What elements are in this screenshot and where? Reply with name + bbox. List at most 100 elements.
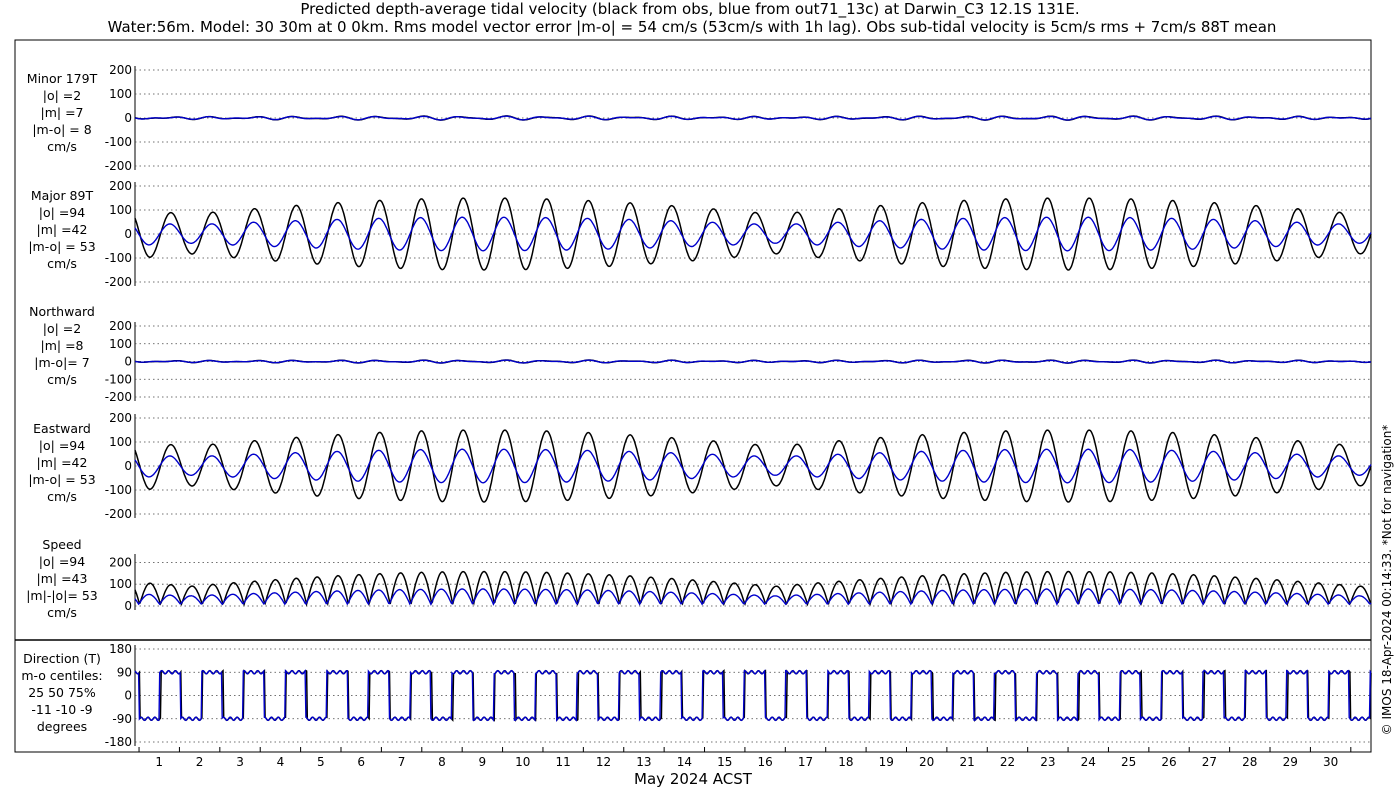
x-tick-label: 23 xyxy=(1040,755,1055,769)
x-tick-label: 4 xyxy=(277,755,285,769)
panel-label-line: 25 50 75% xyxy=(28,685,96,700)
x-tick-label: 14 xyxy=(677,755,692,769)
x-tick-label: 3 xyxy=(236,755,244,769)
y-tick-label: -100 xyxy=(105,135,132,149)
y-tick-label: 0 xyxy=(124,355,132,369)
y-tick-label: -200 xyxy=(105,390,132,404)
x-tick-label: 18 xyxy=(838,755,853,769)
panel-label-line: |o| =2 xyxy=(43,321,81,336)
x-axis-label: May 2024 ACST xyxy=(634,770,753,788)
panel-speed: 200 100 0 Speed |o| =94 |m| =43 |m|-|o|= 53 cm/… xyxy=(26,537,1372,620)
panel-east: 200 100 0 -100 -200 Eastward |o| =94 |m| =42 |m-… xyxy=(28,411,1372,521)
x-tick-label: 30 xyxy=(1323,755,1338,769)
panel-label-line: Major 89T xyxy=(31,188,94,203)
panel-label-line: |o| =94 xyxy=(39,205,85,220)
panel-label-line: |m| =8 xyxy=(41,338,84,353)
y-tick-label: 100 xyxy=(109,203,132,217)
panel-label-line: |m| =7 xyxy=(41,105,84,120)
panel-label-line: cm/s xyxy=(47,489,77,504)
panel-north: 200 100 0 -100 -200 Northward |o| =2 |m| =8 |m-o… xyxy=(29,304,1372,404)
x-tick-label: 10 xyxy=(515,755,530,769)
panel-label-line: cm/s xyxy=(47,139,77,154)
panel-major: 200 100 0 -100 -200 Major 89T |o| =94 |m| =42 |m… xyxy=(28,179,1372,289)
chart-title-line1: Predicted depth-average tidal velocity (… xyxy=(300,0,1079,19)
y-tick-label: 200 xyxy=(109,411,132,425)
x-tick-label: 24 xyxy=(1081,755,1096,769)
y-tick-label: -100 xyxy=(105,251,132,265)
x-tick-label: 27 xyxy=(1202,755,1217,769)
y-tick-label: 200 xyxy=(109,555,132,569)
x-tick-label: 5 xyxy=(317,755,325,769)
panel-label-line: |m-o| = 53 xyxy=(28,472,95,487)
y-tick-label: -180 xyxy=(105,735,132,749)
y-tick-label: -100 xyxy=(105,483,132,497)
y-tick-label: 100 xyxy=(109,577,132,591)
panel-label-line: Minor 179T xyxy=(27,71,98,86)
y-tick-label: -200 xyxy=(105,275,132,289)
panel-label-line: cm/s xyxy=(47,372,77,387)
x-tick-label: 28 xyxy=(1242,755,1257,769)
panel-label-line: Northward xyxy=(29,304,95,319)
panel-label-line: Eastward xyxy=(33,421,91,436)
y-tick-label: -200 xyxy=(105,159,132,173)
x-tick-label: 25 xyxy=(1121,755,1136,769)
x-tick-label: 20 xyxy=(919,755,934,769)
series-obs-line xyxy=(134,570,1372,607)
y-tick-label: 0 xyxy=(124,459,132,473)
panel-label-line: |m-o|= 7 xyxy=(34,355,89,370)
y-tick-label: 100 xyxy=(109,87,132,101)
x-tick-label: 8 xyxy=(438,755,446,769)
y-tick-label: 0 xyxy=(124,689,132,703)
panel-label-line: cm/s xyxy=(47,256,77,271)
y-tick-label: 180 xyxy=(109,642,132,656)
x-tick-label: 7 xyxy=(398,755,406,769)
x-tick-label: 9 xyxy=(479,755,487,769)
panel-minor: 200 100 0 -100 -200 Minor 179T |o| =2 |m| =7 |m-… xyxy=(27,63,1372,173)
panel-label-line: degrees xyxy=(37,719,87,734)
panel-label-line: -11 -10 -9 xyxy=(31,702,92,717)
y-tick-label: 90 xyxy=(117,665,132,679)
panel-label-line: |m| =43 xyxy=(37,571,88,586)
y-tick-label: 0 xyxy=(124,227,132,241)
panel-label-line: |m| =42 xyxy=(37,222,88,237)
x-tick-label: 29 xyxy=(1283,755,1298,769)
panel-label-line: Speed xyxy=(42,537,81,552)
panel-label-line: |m-o| = 53 xyxy=(28,239,95,254)
watermark: © IMOS 18-Apr-2024 00:14:33. *Not for na… xyxy=(1380,425,1394,736)
panel-direction: 180 90 0 -90 -180 Direction (T) m-o centiles: 2… xyxy=(21,642,1372,749)
panel-label-line: Direction (T) xyxy=(23,651,101,666)
x-tick-label: 21 xyxy=(959,755,974,769)
y-tick-label: 200 xyxy=(109,319,132,333)
x-tick-label: 19 xyxy=(879,755,894,769)
plot-frame xyxy=(14,39,1372,753)
y-tick-label: -90 xyxy=(112,712,132,726)
x-tick-label: 16 xyxy=(757,755,772,769)
panel-label-line: |m-o| = 8 xyxy=(32,122,91,137)
x-tick-label: 12 xyxy=(596,755,611,769)
x-tick-label: 13 xyxy=(636,755,651,769)
y-tick-label: -100 xyxy=(105,372,132,386)
tidal-velocity-figure: Predicted depth-average tidal velocity (… xyxy=(14,0,1394,788)
x-tick-label: 26 xyxy=(1161,755,1176,769)
x-tick-label: 6 xyxy=(357,755,365,769)
panel-label-line: |o| =2 xyxy=(43,88,81,103)
x-tick-label: 22 xyxy=(1000,755,1015,769)
y-tick-label: 200 xyxy=(109,63,132,77)
chart-title-line2: Water:56m. Model: 30 30m at 0 0km. Rms m… xyxy=(108,18,1277,36)
panel-label-line: cm/s xyxy=(47,605,77,620)
x-tick-label: 15 xyxy=(717,755,732,769)
x-tick-label: 1 xyxy=(155,755,163,769)
panel-label-line: |m| =42 xyxy=(37,455,88,470)
y-tick-label: 200 xyxy=(109,179,132,193)
x-tick-label: 2 xyxy=(196,755,204,769)
y-tick-label: 100 xyxy=(109,337,132,351)
y-tick-label: 0 xyxy=(124,599,132,613)
x-tick-label: 11 xyxy=(556,755,571,769)
panel-label-line: m-o centiles: xyxy=(21,668,102,683)
panels-layer: 200 100 0 -100 -200 Minor 179T |o| =2 |m| =7 |m-… xyxy=(21,63,1372,749)
panel-label-line: |o| =94 xyxy=(39,554,85,569)
y-tick-label: 0 xyxy=(124,111,132,125)
y-tick-label: 100 xyxy=(109,435,132,449)
x-axis: 1 2 3 4 5 6 7 8 9 10 11 12 13 14 15 16 17 18 19 20 21 22 23 24 2… xyxy=(138,747,1352,769)
x-tick-label: 17 xyxy=(798,755,813,769)
